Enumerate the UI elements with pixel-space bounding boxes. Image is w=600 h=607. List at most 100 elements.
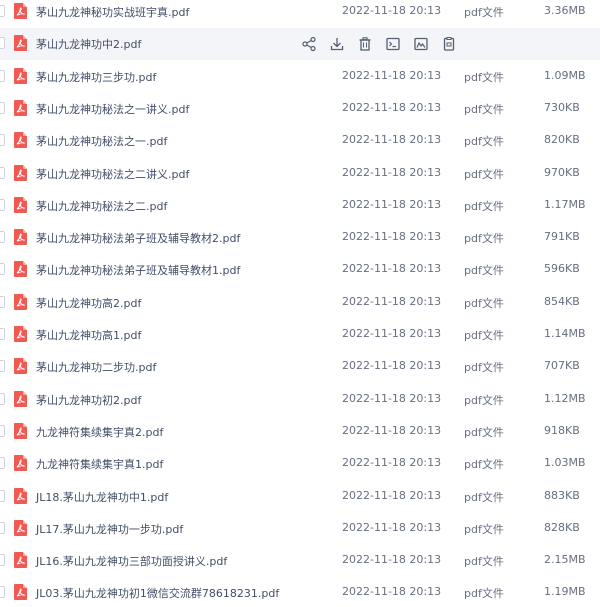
file-row[interactable]: JL18.茅山九龙神功中1.pdf 2022-11-18 20:13 pdf文件 88… xyxy=(0,481,600,513)
file-row[interactable]: JL16.茅山九龙神功三部功面授讲义.pdf 2022-11-18 20:13 pd… xyxy=(0,545,600,577)
file-name-link[interactable]: 茅山九龙神功二步功.pdf xyxy=(36,359,156,375)
file-type: pdf文件 xyxy=(464,167,504,181)
file-name-link[interactable]: 茅山九龙神功秘法弟子班及辅导教材1.pdf xyxy=(36,262,240,278)
file-size: 596KB xyxy=(544,262,580,276)
row-checkbox[interactable] xyxy=(0,231,5,244)
row-checkbox[interactable] xyxy=(0,554,5,567)
row-checkbox[interactable] xyxy=(0,134,5,147)
file-name-link[interactable]: 茅山九龙神秘功实战班宇真.pdf xyxy=(36,4,189,20)
row-checkbox[interactable] xyxy=(0,586,5,599)
file-modified-date: 2022-11-18 20:13 xyxy=(342,359,442,373)
row-checkbox[interactable] xyxy=(0,295,5,308)
file-row[interactable]: 茅山九龙神功高1.pdf 2022-11-18 20:13 pdf文件 1.14MB xyxy=(0,319,600,351)
file-name-link[interactable]: 茅山九龙神功高1.pdf xyxy=(36,327,141,343)
row-checkbox[interactable] xyxy=(0,392,5,405)
file-modified-date: 2022-11-18 20:13 xyxy=(342,391,442,405)
file-type: pdf文件 xyxy=(464,522,504,536)
file-size: 791KB xyxy=(544,230,580,244)
pdf-file-icon xyxy=(14,67,27,84)
file-name-link[interactable]: JL18.茅山九龙神功中1.pdf xyxy=(36,489,168,505)
file-name-link[interactable]: 九龙神符集续集宇真2.pdf xyxy=(36,424,163,440)
row-checkbox[interactable] xyxy=(0,457,5,470)
file-type: pdf文件 xyxy=(464,555,504,569)
file-type: pdf文件 xyxy=(464,393,504,407)
file-row[interactable]: 茅山九龙神秘功实战班宇真.pdf 2022-11-18 20:13 pdf文件 3.3… xyxy=(0,0,600,28)
file-row[interactable]: 九龙神符集续集宇真1.pdf 2022-11-18 20:13 pdf文件 1.03M… xyxy=(0,448,600,480)
file-name-link[interactable]: 茅山九龙神功秘法之二讲义.pdf xyxy=(36,166,189,182)
share-icon[interactable] xyxy=(300,35,318,53)
row-checkbox[interactable] xyxy=(0,360,5,373)
pdf-file-icon xyxy=(14,487,27,504)
file-size: 820KB xyxy=(544,133,580,147)
file-name-link[interactable]: 茅山九龙神功高2.pdf xyxy=(36,295,141,311)
file-name-link[interactable]: 茅山九龙神功秘法之一.pdf xyxy=(36,133,167,149)
file-size: 730KB xyxy=(544,100,580,114)
file-name-link[interactable]: 茅山九龙神功秘法弟子班及辅导教材2.pdf xyxy=(36,230,240,246)
file-type: pdf文件 xyxy=(464,199,504,213)
row-checkbox[interactable] xyxy=(0,5,5,17)
row-checkbox[interactable] xyxy=(0,521,5,534)
file-modified-date: 2022-11-18 20:13 xyxy=(342,100,442,114)
file-type: pdf文件 xyxy=(464,6,504,19)
file-type: pdf文件 xyxy=(464,361,504,375)
file-row[interactable]: 茅山九龙神功秘法之一.pdf 2022-11-18 20:13 pdf文件 820KB xyxy=(0,125,600,157)
file-name-link[interactable]: JL17.茅山九龙神功一步功.pdf xyxy=(36,521,183,537)
file-row[interactable]: JL03.茅山九龙神功初1微信交流群78618231.pdf 2022-11-18… xyxy=(0,577,600,607)
file-size: 1.14MB xyxy=(544,327,586,340)
file-modified-date: 2022-11-18 20:13 xyxy=(342,585,442,599)
file-type: pdf文件 xyxy=(464,425,504,439)
clipboard-icon[interactable] xyxy=(440,35,458,53)
file-name-link[interactable]: 茅山九龙神功秘法之二.pdf xyxy=(36,198,167,214)
row-checkbox[interactable] xyxy=(0,101,5,114)
row-checkbox[interactable] xyxy=(0,328,5,340)
file-size: 883KB xyxy=(544,488,580,502)
file-row[interactable]: 茅山九龙神功初2.pdf 2022-11-18 20:13 pdf文件 1.12MB xyxy=(0,384,600,416)
file-name-link[interactable]: 茅山九龙神功秘法之一讲义.pdf xyxy=(36,101,189,117)
file-name-link[interactable]: JL03.茅山九龙神功初1微信交流群78618231.pdf xyxy=(36,585,279,601)
row-checkbox[interactable] xyxy=(0,263,5,276)
file-row[interactable]: 茅山九龙神功秘法之一讲义.pdf 2022-11-18 20:13 pdf文件 730… xyxy=(0,93,600,125)
file-row[interactable]: 九龙神符集续集宇真2.pdf 2022-11-18 20:13 pdf文件 918KB xyxy=(0,416,600,448)
pdf-file-icon xyxy=(14,132,27,149)
file-row[interactable]: 茅山九龙神功中2.pdf xyxy=(0,28,600,61)
file-row[interactable]: 茅山九龙神功秘法之二.pdf 2022-11-18 20:13 pdf文件 1.17M… xyxy=(0,190,600,222)
row-checkbox[interactable] xyxy=(0,166,5,179)
file-modified-date: 2022-11-18 20:13 xyxy=(342,133,442,147)
image-icon[interactable] xyxy=(412,35,430,53)
row-checkbox[interactable] xyxy=(0,489,5,502)
file-row[interactable]: 茅山九龙神功二步功.pdf 2022-11-18 20:13 pdf文件 707KB xyxy=(0,351,600,383)
file-modified-date: 2022-11-18 20:13 xyxy=(342,294,442,308)
file-modified-date: 2022-11-18 20:13 xyxy=(342,230,442,244)
file-row[interactable]: 茅山九龙神功高2.pdf 2022-11-18 20:13 pdf文件 854KB xyxy=(0,287,600,319)
file-modified-date: 2022-11-18 20:13 xyxy=(342,520,442,534)
file-name-link[interactable]: JL16.茅山九龙神功三部功面授讲义.pdf xyxy=(36,553,227,569)
file-name-link[interactable]: 茅山九龙神功初2.pdf xyxy=(36,392,141,408)
file-type: pdf文件 xyxy=(464,102,504,116)
file-modified-date: 2022-11-18 20:13 xyxy=(342,553,442,567)
file-row[interactable]: 茅山九龙神功秘法之二讲义.pdf 2022-11-18 20:13 pdf文件 970… xyxy=(0,158,600,190)
file-name-link[interactable]: 九龙神符集续集宇真1.pdf xyxy=(36,456,163,472)
file-modified-date: 2022-11-18 20:13 xyxy=(342,262,442,276)
file-row[interactable]: JL17.茅山九龙神功一步功.pdf 2022-11-18 20:13 pdf文件 8… xyxy=(0,513,600,545)
pdf-file-icon xyxy=(14,3,27,19)
file-name-link[interactable]: 茅山九龙神功三步功.pdf xyxy=(36,69,156,85)
pdf-file-icon xyxy=(14,229,27,246)
row-checkbox[interactable] xyxy=(0,37,5,50)
file-modified-date: 2022-11-18 20:13 xyxy=(342,68,442,82)
row-checkbox[interactable] xyxy=(0,424,5,437)
file-modified-date: 2022-11-18 20:13 xyxy=(342,456,442,470)
file-modified-date: 2022-11-18 20:13 xyxy=(342,165,442,179)
file-size: 707KB xyxy=(544,359,580,373)
pdf-file-icon xyxy=(14,326,27,342)
file-size: 1.17MB xyxy=(544,197,586,211)
file-row[interactable]: 茅山九龙神功秘法弟子班及辅导教材1.pdf 2022-11-18 20:13 pdf… xyxy=(0,254,600,286)
pdf-file-icon xyxy=(14,196,27,213)
download-icon[interactable] xyxy=(328,35,346,53)
row-checkbox[interactable] xyxy=(0,198,5,211)
row-checkbox[interactable] xyxy=(0,69,5,82)
file-name-link[interactable]: 茅山九龙神功中2.pdf xyxy=(36,36,141,52)
terminal-icon[interactable] xyxy=(384,35,402,53)
file-row[interactable]: 茅山九龙神功秘法弟子班及辅导教材2.pdf 2022-11-18 20:13 pdf… xyxy=(0,222,600,254)
delete-icon[interactable] xyxy=(356,35,374,53)
file-row[interactable]: 茅山九龙神功三步功.pdf 2022-11-18 20:13 pdf文件 1.09MB xyxy=(0,61,600,93)
